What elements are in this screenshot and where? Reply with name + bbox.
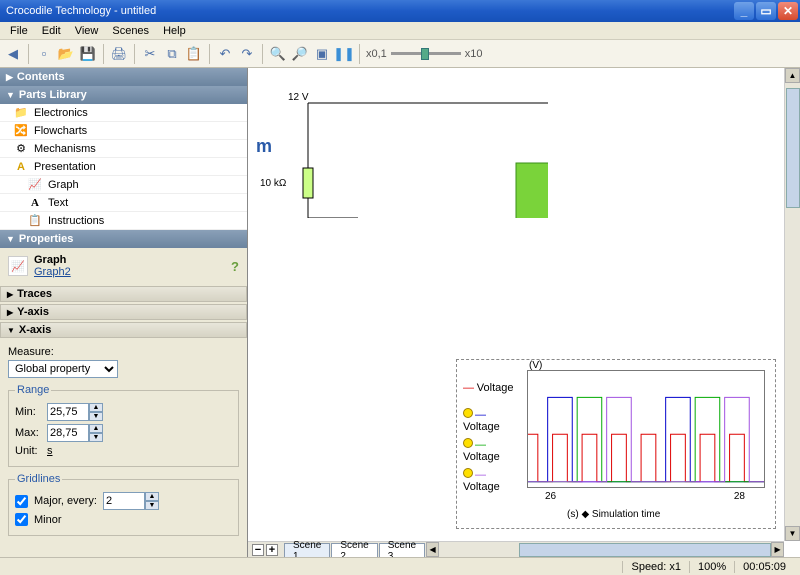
speed-min: x0,1 xyxy=(366,48,387,60)
min-down[interactable]: ▼ xyxy=(89,412,103,421)
flow-icon: 🔀 xyxy=(14,124,28,137)
status-time: 00:05:09 xyxy=(734,561,794,573)
tree-instructions[interactable]: 📋Instructions xyxy=(0,212,247,230)
contents-header[interactable]: ▶Contents xyxy=(0,68,247,86)
toolbar: ◀ ▫ 📂 💾 🖨 ✂ ⧉ 📋 ↶ ↷ 🔍 🔎 ▣ ❚❚ x0,1 x10 xyxy=(0,40,800,68)
tree-presentation[interactable]: APresentation xyxy=(0,158,247,176)
section-xaxis[interactable]: ▼X-axis xyxy=(0,322,247,338)
app-title: Crocodile Technology - untitled xyxy=(6,5,156,17)
measure-select[interactable]: Global property xyxy=(8,360,118,378)
fit-icon[interactable]: ▣ xyxy=(313,45,331,63)
scene-tab-3[interactable]: Scene 3 xyxy=(379,543,425,558)
redo-icon[interactable]: ↷ xyxy=(238,45,256,63)
graph-icon: 📈 xyxy=(28,178,42,191)
status-zoom: 100% xyxy=(689,561,734,573)
tree-text[interactable]: AText xyxy=(0,194,247,212)
menu-scenes[interactable]: Scenes xyxy=(106,24,155,38)
minimize-button[interactable]: _ xyxy=(734,2,754,20)
help-icon[interactable]: ? xyxy=(231,259,239,274)
parts-library-header[interactable]: ▼Parts Library xyxy=(0,86,247,104)
zoom-plus[interactable]: + xyxy=(266,544,278,556)
section-yaxis[interactable]: ▶Y-axis xyxy=(0,304,247,320)
status-speed: Speed: x1 xyxy=(622,561,689,573)
titlebar: Crocodile Technology - untitled _ ▭ ✕ xyxy=(0,0,800,22)
max-input[interactable] xyxy=(47,424,89,442)
parts-tree: 📁Electronics 🔀Flowcharts ⚙Mechanisms APr… xyxy=(0,104,247,230)
max-down[interactable]: ▼ xyxy=(89,433,103,442)
status-bar: Speed: x1 100% 00:05:09 xyxy=(0,557,800,575)
graph-xlabel: (s) ◆ Simulation time xyxy=(567,509,660,520)
copy-icon[interactable]: ⧉ xyxy=(163,45,181,63)
scene-tab-1[interactable]: Scene 1 xyxy=(284,543,330,558)
max-up[interactable]: ▲ xyxy=(89,424,103,433)
svg-text:12 V: 12 V xyxy=(288,92,309,103)
tree-electronics[interactable]: 📁Electronics xyxy=(0,104,247,122)
minor-check[interactable] xyxy=(15,513,28,526)
scene-tab-2[interactable]: Scene 2 xyxy=(331,543,377,558)
instructions-icon: 📋 xyxy=(28,214,42,227)
paste-icon[interactable]: 📋 xyxy=(185,45,203,63)
min-up[interactable]: ▲ xyxy=(89,403,103,412)
maximize-button[interactable]: ▭ xyxy=(756,2,776,20)
save-icon[interactable]: 💾 xyxy=(79,45,97,63)
menu-view[interactable]: View xyxy=(69,24,105,38)
gear-icon: ⚙ xyxy=(14,142,28,155)
speed-slider[interactable]: x0,1 x10 xyxy=(366,48,483,60)
menubar: File Edit View Scenes Help xyxy=(0,22,800,40)
major-input[interactable] xyxy=(103,492,145,510)
back-icon[interactable]: ◀ xyxy=(4,45,22,63)
close-button[interactable]: ✕ xyxy=(778,2,798,20)
zoom-out-icon[interactable]: 🔎 xyxy=(291,45,309,63)
tree-graph[interactable]: 📈Graph xyxy=(0,176,247,194)
unit-value[interactable]: s xyxy=(47,445,53,457)
vertical-scrollbar[interactable]: ▲ ▼ xyxy=(784,68,800,541)
menu-help[interactable]: Help xyxy=(157,24,192,38)
sidebar: ▶Contents ▼Parts Library 📁Electronics 🔀F… xyxy=(0,68,248,557)
properties-header[interactable]: ▼Properties xyxy=(0,230,247,248)
pause-icon[interactable]: ❚❚ xyxy=(335,45,353,63)
tree-mechanisms[interactable]: ⚙Mechanisms xyxy=(0,140,247,158)
range-fieldset: Range Min: ▲▼ Max: ▲▼ Unit:s xyxy=(8,384,239,467)
graph-title: Graph xyxy=(34,254,71,266)
text-icon: A xyxy=(28,197,42,209)
zoom-minus[interactable]: − xyxy=(252,544,264,556)
cut-icon[interactable]: ✂ xyxy=(141,45,159,63)
open-icon[interactable]: 📂 xyxy=(57,45,75,63)
canvas[interactable]: m 12 V 0V 10 kΩ 0 kΩ 10 µF 555 1 kΩ 1 kΩ xyxy=(248,68,800,557)
undo-icon[interactable]: ↶ xyxy=(216,45,234,63)
menu-file[interactable]: File xyxy=(4,24,34,38)
section-traces[interactable]: ▶Traces xyxy=(0,286,247,302)
speed-max: x10 xyxy=(465,48,483,60)
voltage-graph[interactable]: (V) — Voltage — Voltage — Voltage — Volt… xyxy=(456,359,776,529)
svg-text:10 kΩ: 10 kΩ xyxy=(260,178,287,189)
measure-label: Measure: xyxy=(8,346,239,358)
zoom-in-icon[interactable]: 🔍 xyxy=(269,45,287,63)
tree-flowcharts[interactable]: 🔀Flowcharts xyxy=(0,122,247,140)
min-input[interactable] xyxy=(47,403,89,421)
schematic[interactable]: 12 V 0V 10 kΩ 0 kΩ 10 µF 555 1 kΩ 1 kΩ 0 xyxy=(248,68,548,218)
horizontal-scrollbar[interactable]: −+ Scene 1 Scene 2 Scene 3 ◀ ▶ xyxy=(248,541,784,557)
menu-edit[interactable]: Edit xyxy=(36,24,67,38)
gridlines-fieldset: Gridlines Major, every: ▲▼ Minor xyxy=(8,473,239,536)
print-icon[interactable]: 🖨 xyxy=(110,45,128,63)
major-check[interactable] xyxy=(15,495,28,508)
graph-thumb-icon: 📈 xyxy=(8,256,28,276)
graph-link[interactable]: Graph2 xyxy=(34,266,71,278)
new-icon[interactable]: ▫ xyxy=(35,45,53,63)
presentation-icon: A xyxy=(14,161,28,173)
folder-icon: 📁 xyxy=(14,106,28,119)
